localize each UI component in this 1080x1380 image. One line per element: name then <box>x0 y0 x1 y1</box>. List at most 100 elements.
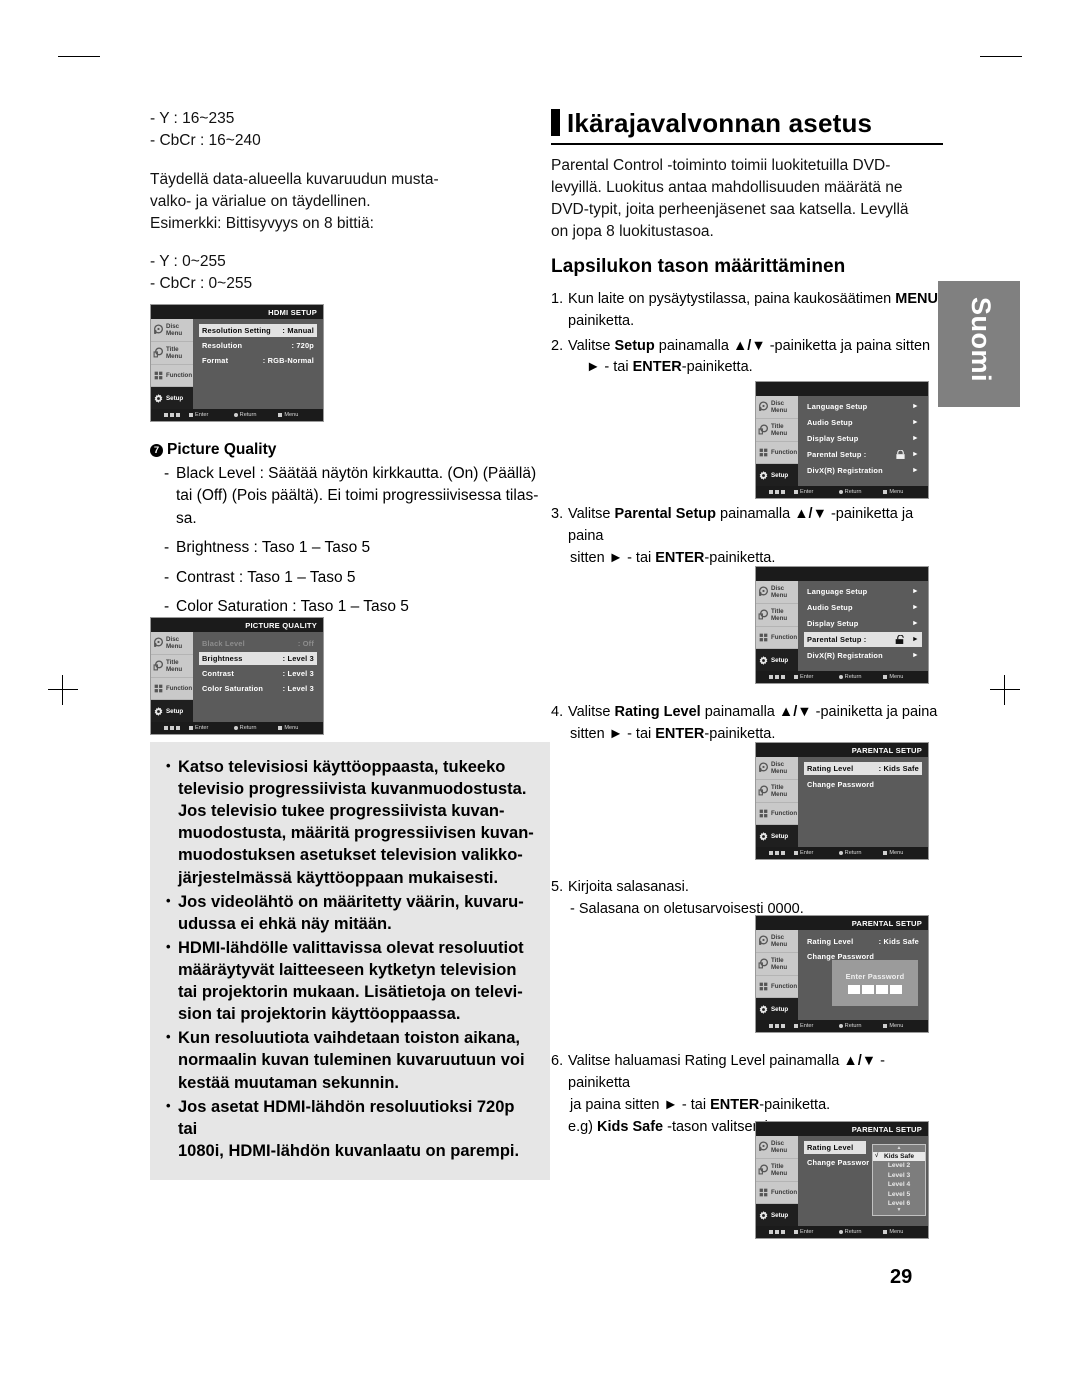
osd-row[interactable]: Parental Setup : ► <box>804 632 922 647</box>
footer-menu[interactable]: Menu <box>278 412 323 418</box>
rail-item-disc-menu[interactable]: Disc Menu <box>756 396 798 419</box>
footer-enter[interactable]: Enter <box>794 1023 839 1029</box>
rail-item-function[interactable]: Function <box>151 365 193 388</box>
osd-footer: Enter Return Menu <box>756 486 928 498</box>
footer-enter[interactable]: Enter <box>794 674 839 680</box>
footer-return[interactable]: Return <box>838 489 884 495</box>
footer-menu[interactable]: Menu <box>883 850 928 856</box>
dropdown-option[interactable]: Level 4 <box>873 1180 925 1189</box>
password-digit[interactable] <box>862 985 874 994</box>
password-input[interactable] <box>848 985 902 994</box>
title-menu-icon <box>153 660 164 671</box>
rail-item-function[interactable]: Function <box>756 976 798 999</box>
footer-return[interactable]: Return <box>838 1023 884 1029</box>
rail-item-disc-menu[interactable]: Disc Menu <box>756 581 798 604</box>
disc-menu-icon <box>153 324 164 335</box>
rail-item-title-menu[interactable]: Title Menu <box>756 419 798 442</box>
rail-item-function[interactable]: Function <box>756 803 798 826</box>
password-digit[interactable] <box>876 985 888 994</box>
osd-footer: Enter Return Menu <box>756 1226 928 1238</box>
footer-menu[interactable]: Menu <box>883 489 928 495</box>
dropdown-option[interactable]: Kids Safe <box>873 1152 925 1162</box>
osd-row[interactable]: Audio Setup ► <box>804 600 922 615</box>
footer-menu[interactable]: Menu <box>883 1023 928 1029</box>
rail-item-title-menu[interactable]: Title Menu <box>151 342 193 365</box>
rail-item-function[interactable]: Function <box>756 442 798 465</box>
dropdown-option[interactable]: Level 2 <box>873 1161 925 1170</box>
osd-row[interactable]: Color Saturation : Level 3 <box>199 682 317 695</box>
rail-item-disc-menu[interactable]: Disc Menu <box>151 319 193 342</box>
rail-item-setup[interactable]: Setup <box>756 464 798 486</box>
rail-item-setup[interactable]: Setup <box>151 387 193 409</box>
osd-row[interactable]: Brightness : Level 3 <box>199 652 317 665</box>
footer-enter[interactable]: Enter <box>189 412 234 418</box>
osd-row[interactable]: Rating Level <box>804 1141 866 1154</box>
osd-row[interactable]: Resolution : 720p <box>199 339 317 352</box>
osd-row[interactable]: Parental Setup : ► <box>804 447 922 462</box>
osd-row[interactable]: Format : RGB-Normal <box>199 354 317 367</box>
rail-label: Title Menu <box>166 658 183 673</box>
dropdown-option[interactable]: Level 5 <box>873 1190 925 1199</box>
rail-item-setup[interactable]: Setup <box>756 998 798 1020</box>
footer-menu-label: Menu <box>889 489 904 495</box>
footer-menu[interactable]: Menu <box>883 1229 928 1235</box>
footer-return[interactable]: Return <box>233 412 279 418</box>
osd-row[interactable]: Audio Setup ► <box>804 415 922 430</box>
osd-row[interactable]: Language Setup ► <box>804 399 922 414</box>
paragraph-line-2: valko- ja värialue on täydellinen. <box>150 192 371 210</box>
password-digit[interactable] <box>848 985 860 994</box>
rail-item-setup[interactable]: Setup <box>756 1204 798 1226</box>
rail-item-setup[interactable]: Setup <box>151 700 193 722</box>
footer-enter[interactable]: Enter <box>189 725 234 731</box>
rail-item-title-menu[interactable]: Title Menu <box>151 655 193 678</box>
footer-enter[interactable]: Enter <box>794 489 839 495</box>
rail-item-title-menu[interactable]: Title Menu <box>756 780 798 803</box>
rail-item-function[interactable]: Function <box>756 1182 798 1205</box>
osd-row[interactable]: Change Passwor <box>804 1156 870 1169</box>
footer-return[interactable]: Return <box>838 674 884 680</box>
rail-label: Setup <box>771 656 789 664</box>
osd-row[interactable]: Change Password <box>804 778 922 791</box>
rail-label: Function <box>771 633 798 641</box>
osd-row-label: Parental Setup : <box>807 635 867 644</box>
rail-item-title-menu[interactable]: Title Menu <box>756 953 798 976</box>
password-digit[interactable] <box>890 985 902 994</box>
scroll-down-icon[interactable]: ▼ <box>873 1208 925 1214</box>
rail-item-setup[interactable]: Setup <box>756 825 798 847</box>
osd-row[interactable]: Language Setup ► <box>804 584 922 599</box>
osd-row[interactable]: DivX(R) Registration ► <box>804 463 922 478</box>
footer-menu[interactable]: Menu <box>278 725 323 731</box>
osd-row[interactable]: DivX(R) Registration ► <box>804 648 922 663</box>
rail-item-setup[interactable]: Setup <box>756 649 798 671</box>
step-number: 5. <box>551 878 564 895</box>
osd-row[interactable]: Rating Level: Kids Safe <box>804 762 922 775</box>
chevron-right-icon: ► <box>911 636 919 643</box>
rating-level-dropdown[interactable]: ▲ Kids Safe Level 2 Level 3 Level 4 Leve… <box>872 1144 926 1217</box>
footer-enter[interactable]: Enter <box>794 1229 839 1235</box>
rail-item-disc-menu[interactable]: Disc Menu <box>756 1136 798 1159</box>
lock-closed-icon <box>896 450 905 459</box>
rail-item-title-menu[interactable]: Title Menu <box>756 604 798 627</box>
chevron-right-icon: ► <box>911 403 919 410</box>
osd-row[interactable]: Resolution Setting : Manual <box>199 324 317 337</box>
rail-item-title-menu[interactable]: Title Menu <box>756 1159 798 1182</box>
step-text: painamalla <box>654 337 733 354</box>
footer-return[interactable]: Return <box>838 850 884 856</box>
dropdown-option[interactable]: Level 3 <box>873 1171 925 1180</box>
osd-row[interactable]: Rating Level: Kids Safe <box>804 935 922 948</box>
osd-row[interactable]: Display Setup ► <box>804 616 922 631</box>
list-marker: 7 <box>150 444 163 457</box>
rail-item-disc-menu[interactable]: Disc Menu <box>756 757 798 780</box>
rail-item-disc-menu[interactable]: Disc Menu <box>756 930 798 953</box>
osd-row[interactable]: Contrast : Level 3 <box>199 667 317 680</box>
footer-enter[interactable]: Enter <box>794 850 839 856</box>
rail-item-disc-menu[interactable]: Disc Menu <box>151 632 193 655</box>
footer-menu-label: Menu <box>889 1023 904 1029</box>
footer-return[interactable]: Return <box>838 1229 884 1235</box>
footer-menu[interactable]: Menu <box>883 674 928 680</box>
rail-item-function[interactable]: Function <box>151 678 193 701</box>
rail-item-function[interactable]: Function <box>756 627 798 650</box>
step-text: ► - tai <box>586 359 633 376</box>
osd-row[interactable]: Display Setup ► <box>804 431 922 446</box>
footer-return[interactable]: Return <box>233 725 279 731</box>
